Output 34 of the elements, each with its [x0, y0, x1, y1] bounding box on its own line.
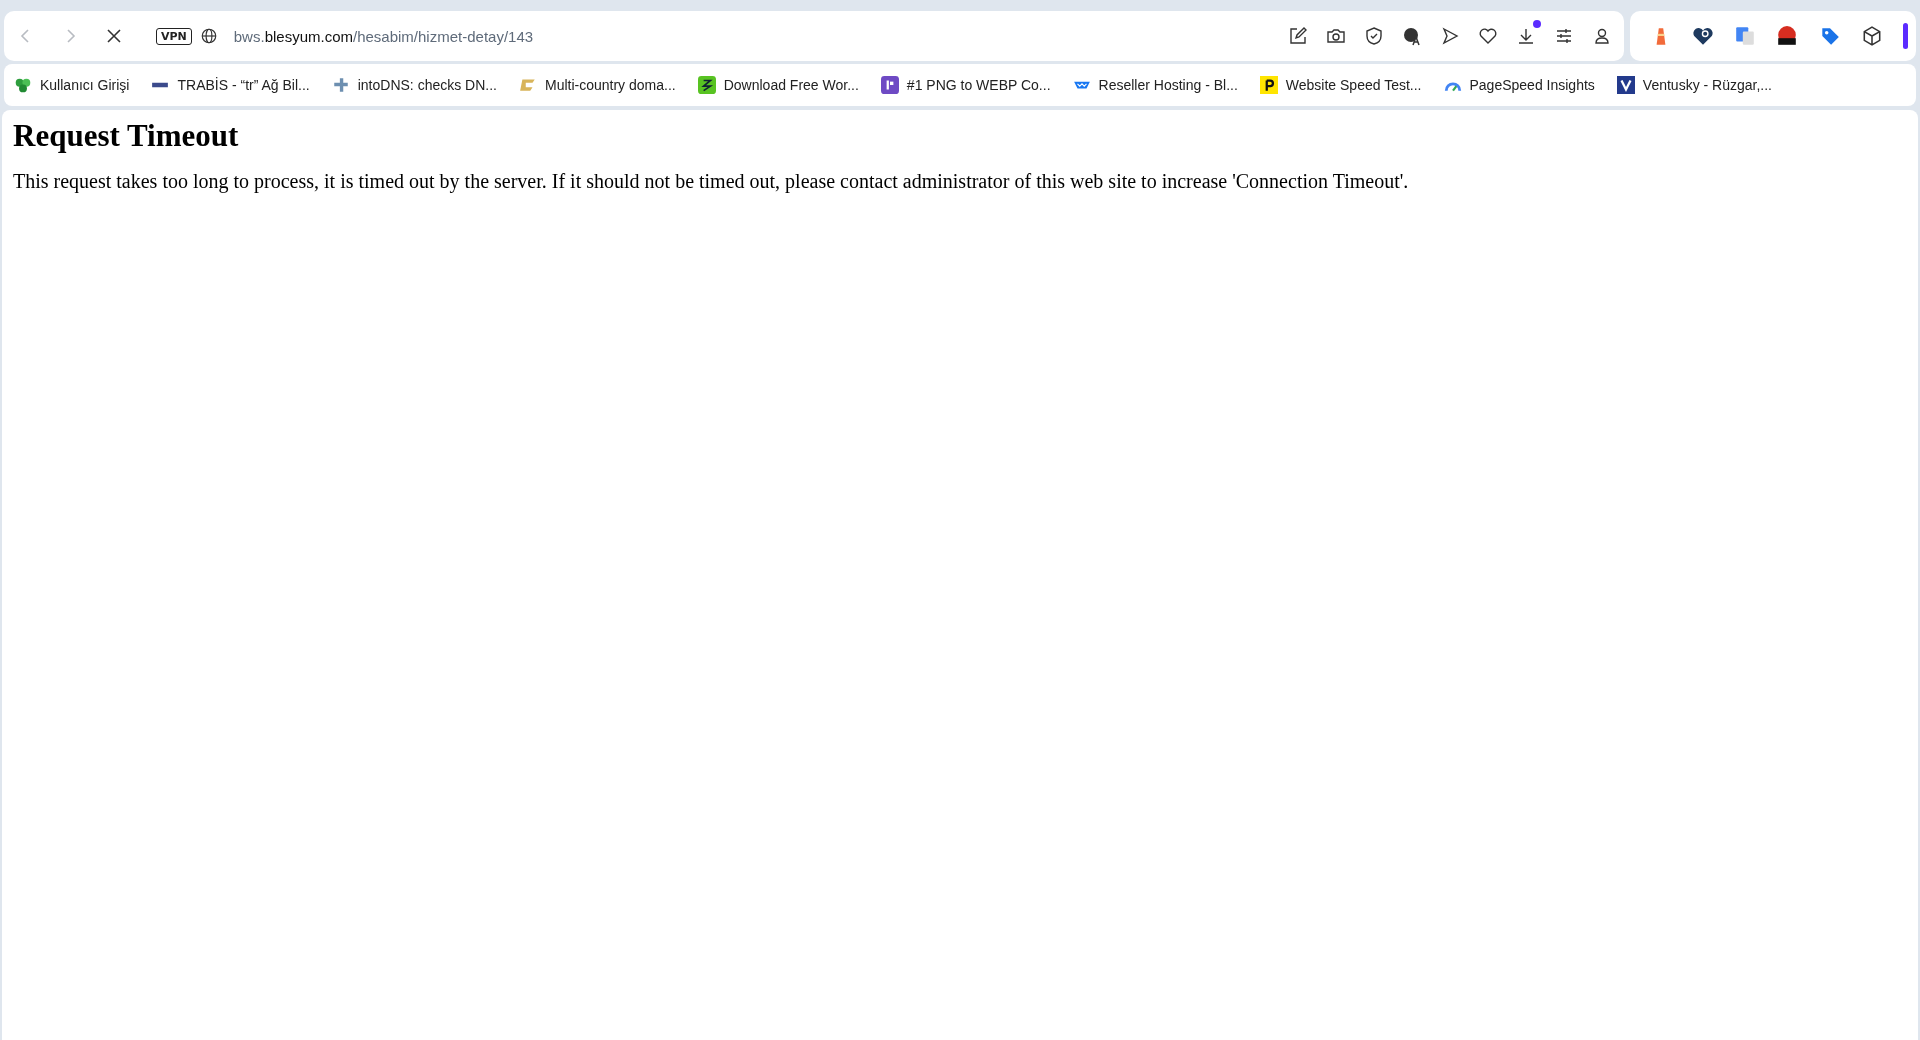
bookmark-p-icon	[1259, 76, 1278, 94]
url-field[interactable]: bws.blesyum.com/hesabim/hizmet-detay/143	[233, 27, 534, 45]
bookmark-zig-icon	[697, 76, 716, 94]
bookmark-link[interactable]: Multi-country doma...	[519, 76, 676, 94]
bookmark-pin-icon	[880, 76, 899, 94]
translate-app-icon[interactable]	[1734, 25, 1757, 47]
bookmark-link[interactable]: Ventusky - Rüzgar,...	[1616, 76, 1772, 94]
bookmark-link[interactable]: #1 PNG to WEBP Co...	[880, 76, 1051, 94]
bookmark-link[interactable]: Download Free Wor...	[697, 76, 859, 94]
bookmark-link[interactable]: intoDNS: checks DN...	[331, 76, 497, 94]
profile-icon[interactable]	[1592, 26, 1612, 46]
send-icon[interactable]	[1440, 26, 1460, 46]
download-icon[interactable]	[1516, 26, 1536, 46]
bookmark-c-icon	[519, 76, 537, 94]
vpn-badge[interactable]: VPN	[156, 27, 192, 45]
bookmark-link[interactable]: PageSpeed Insights	[1443, 76, 1595, 94]
bookmark-puzzle-icon	[331, 76, 350, 94]
error-message: This request takes too long to process, it is timed out by the server. If it should not be timed out, please contact administrator of this web site to increase 'Connection Timeout'.	[13, 170, 1410, 193]
bookmark-link[interactable]: Website Speed Test...	[1259, 76, 1422, 94]
camera-icon[interactable]	[1326, 26, 1346, 46]
globe-icon	[199, 27, 218, 45]
page-heading: Request Timeout	[13, 118, 239, 154]
heart-icon[interactable]	[1478, 26, 1498, 46]
bookmark-leaf-icon	[14, 76, 32, 94]
sidebar-handle[interactable]	[1902, 23, 1908, 49]
bookmark-link[interactable]: Kullanıcı Girişi	[14, 76, 130, 94]
edit-icon[interactable]	[1288, 26, 1308, 46]
heart-search-icon[interactable]	[1692, 25, 1715, 47]
translate-icon[interactable]	[1402, 26, 1422, 46]
bookmark-link[interactable]: TRABİS - “tr” Ağ Bil...	[151, 76, 310, 94]
shield-icon[interactable]	[1364, 26, 1384, 46]
bookmark-link[interactable]: Reseller Hosting - Bl...	[1072, 76, 1238, 94]
bookmark-v-icon	[1616, 76, 1635, 94]
sliders-icon[interactable]	[1554, 26, 1574, 46]
